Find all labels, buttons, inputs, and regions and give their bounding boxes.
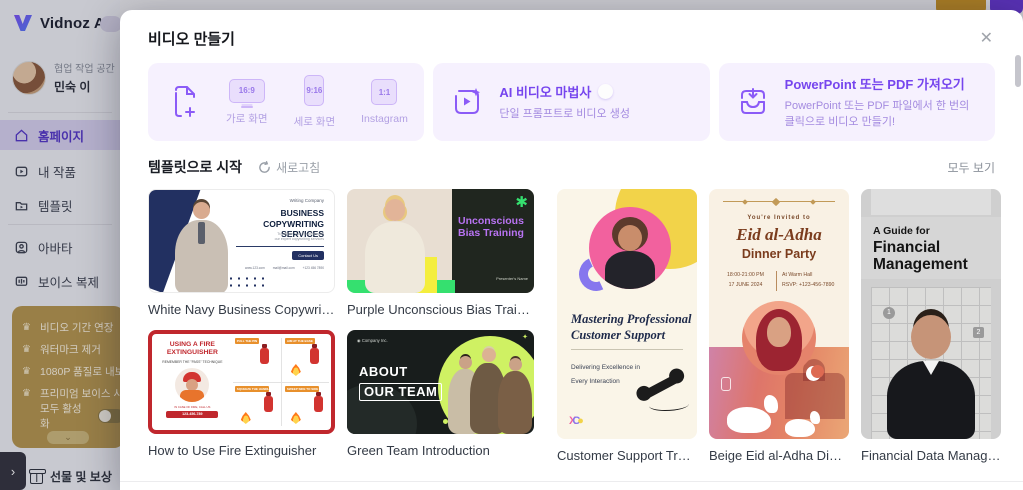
- template-thumb-financial-management[interactable]: A Guide for Financial Management 1 2: [861, 189, 1001, 439]
- divider: [120, 481, 1023, 482]
- template-cta: Contact Us: [292, 251, 324, 260]
- aspect-label: 가로 화면: [226, 111, 268, 126]
- person-figure: [193, 202, 210, 219]
- template-thumb-bias-training[interactable]: ✱ Unconscious Bias Training Presenter's …: [347, 189, 534, 293]
- modal-scrollbar[interactable]: [1015, 55, 1021, 87]
- view-all-link[interactable]: 모두 보기: [948, 159, 996, 176]
- decor-dots: [227, 275, 269, 288]
- presenter-name: Presenter's Name: [496, 276, 528, 281]
- aspect-option-portrait[interactable]: 9:16 세로 화면: [294, 75, 336, 129]
- templates-section-title: 템플릿으로 시작: [148, 157, 242, 177]
- ratio-1-1-icon: 1:1: [371, 79, 397, 105]
- app-window: Vidnoz AI 협업 작업 공간 민숙 이 홈페이지 내 작품: [0, 0, 1023, 490]
- close-icon[interactable]: ✕: [978, 29, 995, 49]
- wizard-subtitle: 단일 프롬프트로 비디오 생성: [499, 107, 630, 123]
- person-figure: [742, 301, 816, 375]
- blank-video-card[interactable]: 16:9 가로 화면 9:16 세로 화면 1:1 Instagram: [148, 63, 424, 141]
- template-thumb-eid-dinner[interactable]: You're Invited to Eid al-Adha Dinner Par…: [709, 189, 849, 439]
- ratio-9-16-icon: 9:16: [304, 75, 324, 106]
- template-thumb-team-introduction[interactable]: Company Inc. ✦ ABOUT OUR TEAM: [347, 330, 534, 434]
- import-icon: [735, 84, 771, 120]
- person-figure: [175, 368, 209, 402]
- template-caption: Customer Support Trainin…: [557, 439, 697, 476]
- template-caption: Purple Unconscious Bias Training: [347, 293, 534, 330]
- template-thumb-fire-extinguisher[interactable]: USING A FIRE EXTINGUISHER REMEMBER THE "…: [148, 330, 335, 434]
- template-caption: White Navy Business Copywriting…: [148, 293, 335, 330]
- template-thumb-business-copywriting[interactable]: Writing Company BUSINESS COPYWRITING SER…: [148, 189, 335, 293]
- goat-silhouette: [785, 419, 815, 437]
- template-brand: Writing Company: [290, 198, 324, 203]
- person-figure: [589, 207, 671, 289]
- info-badge-icon[interactable]: [598, 84, 613, 99]
- aspect-option-square[interactable]: 1:1 Instagram: [361, 79, 408, 125]
- step-badge: 1: [883, 307, 895, 319]
- template-logo: XC●: [569, 415, 584, 427]
- wizard-title: AI 비디오 마법사: [499, 82, 591, 101]
- starburst-icon: ✱: [515, 193, 528, 211]
- step-badge: 2: [973, 327, 984, 338]
- template-caption: Financial Data Management: [861, 439, 1001, 476]
- aspect-label: 세로 화면: [294, 114, 336, 129]
- modal-title: 비디오 만들기: [148, 28, 235, 49]
- template-thumb-customer-support[interactable]: Mastering Professional Customer Support …: [557, 189, 697, 439]
- refresh-button[interactable]: 새로고침: [258, 159, 320, 176]
- template-caption: How to Use Fire Extinguisher: [148, 434, 335, 471]
- person-figure: [385, 199, 405, 221]
- crescent-moon-icon: [806, 366, 821, 381]
- create-video-modal: 비디오 만들기 ✕ 16:9 가로 화면 9:16 세로 화면: [120, 10, 1023, 490]
- ai-wizard-icon: [449, 84, 485, 120]
- refresh-icon: [258, 161, 271, 174]
- aspect-option-landscape[interactable]: 16:9 가로 화면: [226, 79, 268, 126]
- ratio-16-9-icon: 16:9: [229, 79, 265, 103]
- template-caption: Green Team Introduction: [347, 434, 534, 471]
- goat-silhouette: [727, 407, 771, 433]
- new-document-icon: [170, 85, 200, 119]
- template-brand: Company Inc.: [357, 338, 388, 343]
- lantern-icon: [721, 377, 731, 391]
- ai-video-wizard-card[interactable]: AI 비디오 마법사 단일 프롬프트로 비디오 생성: [433, 63, 709, 141]
- template-caption: Beige Eid al-Adha Dinner: [709, 439, 849, 476]
- ornament-border: [723, 201, 835, 206]
- import-subtitle: PowerPoint 또는 PDF 파일에서 한 번의 클릭으로 비디오 만들기…: [785, 99, 979, 131]
- refresh-label: 새로고침: [276, 159, 320, 176]
- import-title: PowerPoint 또는 PDF 가져오기: [785, 74, 965, 93]
- aspect-label: Instagram: [361, 113, 408, 125]
- sparkle-icon: ✦: [522, 333, 528, 341]
- import-ppt-pdf-card[interactable]: PowerPoint 또는 PDF 가져오기 PowerPoint 또는 PDF…: [719, 63, 995, 141]
